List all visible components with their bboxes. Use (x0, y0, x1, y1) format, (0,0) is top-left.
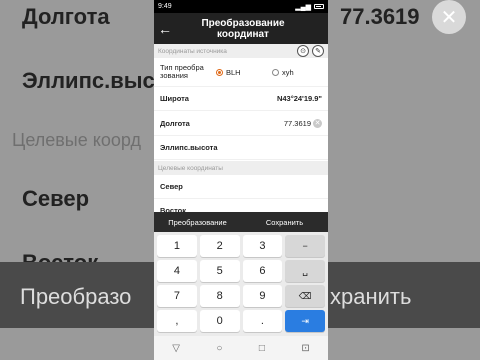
numeric-keyboard: 1 2 3 − 4 5 6 ␣ 7 8 9 ⌫ , 0 . ⇥ (154, 232, 328, 336)
period-key[interactable]: . (242, 310, 283, 332)
bg-clear-icon: ✕ (432, 0, 466, 34)
page-title: Преобразование координат (201, 17, 285, 40)
radio-blh[interactable]: BLH (216, 68, 272, 77)
keyboard-row-2: 4 5 6 ␣ (157, 260, 325, 282)
key-7[interactable]: 7 (157, 285, 197, 307)
signal-icon: ▂▄▆ (295, 3, 311, 11)
north-row[interactable]: Север (154, 175, 328, 199)
phone-screen: 9:49 ▂▄▆ ← Преобразование координат Коор… (154, 0, 328, 360)
bg-dolgota-value: 77.3619 (340, 4, 420, 29)
key-9[interactable]: 9 (242, 285, 283, 307)
key-3[interactable]: 3 (242, 235, 283, 257)
key-2[interactable]: 2 (199, 235, 240, 257)
nav-recents-icon[interactable]: □ (259, 343, 265, 354)
keyboard-row-1: 1 2 3 − (157, 235, 325, 257)
action-bar: Преобразование Сохранить (154, 212, 328, 232)
system-nav-bar: ▽ ○ □ ⊡ (154, 336, 328, 360)
source-section-header: Координаты источника ⊙ ✎ (154, 44, 328, 58)
bg-band-right: хранить (330, 284, 412, 309)
latitude-label: Широта (160, 94, 189, 103)
convert-button[interactable]: Преобразование (154, 212, 241, 232)
status-time: 9:49 (158, 3, 172, 10)
bg-sever: Север (22, 186, 90, 211)
minus-key[interactable]: − (285, 235, 325, 257)
target-section-header: Целевые координаты (154, 161, 328, 175)
radio-xyh-indicator[interactable] (272, 68, 279, 76)
target-header-label: Целевые координаты (158, 164, 223, 172)
ellipsoid-height-label: Эллипс.высота (160, 143, 218, 152)
conversion-type-row: Тип преобра зования BLH xyh (154, 58, 328, 87)
bg-band-left: Преобразо (20, 284, 132, 309)
longitude-value[interactable]: 77.3619 (284, 119, 311, 128)
source-header-label: Координаты источника (158, 47, 227, 55)
edit-icon[interactable]: ✎ (312, 45, 324, 57)
ellipsoid-height-row[interactable]: Эллипс.высота (154, 136, 328, 160)
key-6[interactable]: 6 (242, 260, 283, 282)
latitude-row[interactable]: Широта N43°24'19.9" (154, 87, 328, 111)
location-pin-icon[interactable]: ⊙ (297, 45, 309, 57)
key-5[interactable]: 5 (199, 260, 240, 282)
radio-blh-indicator[interactable] (216, 68, 223, 76)
conversion-type-label: Тип преобра зования (160, 63, 204, 80)
latitude-value[interactable]: N43°24'19.9" (277, 94, 322, 103)
radio-xyh[interactable]: xyh (272, 68, 294, 77)
nav-back-icon[interactable]: ▽ (172, 343, 180, 354)
key-4[interactable]: 4 (157, 260, 197, 282)
keyboard-row-3: 7 8 9 ⌫ (157, 285, 325, 307)
app-bar: ← Преобразование координат (154, 13, 328, 44)
back-arrow-icon[interactable]: ← (154, 13, 176, 44)
space-key[interactable]: ␣ (285, 260, 325, 282)
status-bar: 9:49 ▂▄▆ (154, 0, 328, 13)
battery-icon (314, 4, 324, 9)
clear-icon[interactable]: ✕ (313, 118, 322, 128)
radio-xyh-label: xyh (282, 67, 294, 77)
backspace-icon[interactable]: ⌫ (285, 285, 325, 307)
comma-key[interactable]: , (157, 310, 197, 332)
key-1[interactable]: 1 (157, 235, 197, 257)
longitude-label: Долгота (160, 118, 190, 128)
nav-screenshot-icon[interactable]: ⊡ (301, 343, 309, 354)
bg-dolgota: Долгота (22, 4, 110, 29)
key-0[interactable]: 0 (199, 310, 240, 332)
key-8[interactable]: 8 (199, 285, 240, 307)
north-label: Север (160, 182, 183, 191)
bg-target: Целевые коорд (12, 130, 141, 150)
radio-blh-label: BLH (226, 67, 241, 77)
keyboard-row-4: , 0 . ⇥ (157, 310, 325, 332)
save-button[interactable]: Сохранить (241, 212, 328, 232)
nav-home-icon[interactable]: ○ (216, 343, 222, 354)
next-field-key[interactable]: ⇥ (285, 310, 325, 332)
longitude-row[interactable]: Долгота 77.3619 ✕ (154, 111, 328, 136)
